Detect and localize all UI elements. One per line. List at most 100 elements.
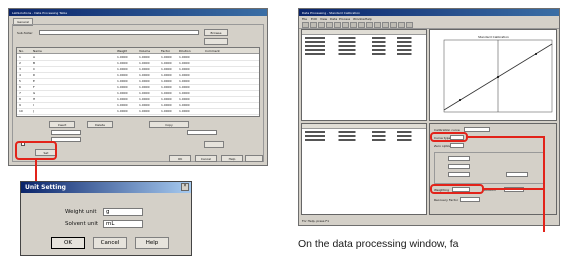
option-field-4[interactable] [506, 172, 528, 177]
table-cell: 2 [19, 61, 21, 65]
table-cell: 1.0000 [161, 55, 172, 59]
left-window-titlebar: LabSolutions - Data Processing Table [9, 9, 267, 16]
table-cell: 1.0000 [161, 85, 172, 89]
cancel-button[interactable]: Cancel [195, 155, 217, 162]
toolbar-button-icon[interactable] [326, 22, 333, 28]
table-cell: 1.0000 [117, 97, 128, 101]
close-icon[interactable]: × [181, 183, 189, 191]
status-bar: For Help, press F1 [302, 219, 330, 223]
toolbar-button-icon[interactable] [398, 22, 405, 28]
toolbar-button-icon[interactable] [358, 22, 365, 28]
option-field-1[interactable] [448, 156, 470, 161]
solvent-unit-value: mL [106, 221, 115, 227]
table-cell: B [33, 61, 36, 65]
table-cell: 1.0000 [139, 91, 150, 95]
toolbar-button-icon[interactable] [382, 22, 389, 28]
calibration-curve-select[interactable] [464, 127, 490, 132]
toolbar-button-icon[interactable] [318, 22, 325, 28]
results-header [302, 30, 426, 35]
copy-button[interactable]: Copy [149, 121, 189, 128]
extra-button[interactable] [245, 155, 263, 162]
table-cell: D [33, 73, 36, 77]
list-item[interactable] [305, 53, 417, 55]
dialog-ok-button[interactable]: OK [51, 237, 85, 249]
list-item[interactable] [305, 131, 417, 133]
right-connector-short [484, 188, 545, 190]
table-cell: 3 [19, 67, 21, 71]
table-cell: 1.0000 [139, 97, 150, 101]
table-cell: 1.0000 [139, 61, 150, 65]
table-cell: 8 [19, 97, 21, 101]
list-item[interactable] [305, 49, 417, 51]
table-cell: 9 [19, 103, 21, 107]
table-cell: 1.0000 [179, 79, 190, 83]
option-field-2[interactable] [448, 164, 470, 169]
import-button[interactable] [204, 38, 228, 45]
option-field-3[interactable] [448, 172, 470, 177]
recovery-factor-field[interactable] [460, 197, 480, 202]
col-factor: Factor [161, 49, 171, 53]
dialog-cancel-button[interactable]: Cancel [93, 237, 127, 249]
field-recovery-factor: Recovery Factor [434, 198, 459, 202]
table-cell: 1.0000 [117, 103, 128, 107]
table-cell: 1.0000 [139, 103, 150, 107]
table-cell: 7 [19, 91, 21, 95]
table-cell: 1.0000 [179, 97, 190, 101]
list-item[interactable] [305, 45, 417, 47]
table-cell: E [33, 79, 35, 83]
list-item[interactable] [305, 41, 417, 43]
zero-option-select[interactable] [450, 143, 464, 148]
toolbar-button-icon[interactable] [366, 22, 373, 28]
unit-highlight-box [15, 141, 57, 160]
table-cell: 1.0000 [139, 79, 150, 83]
toolbar-button-icon[interactable] [350, 22, 357, 28]
list-item[interactable] [305, 37, 417, 39]
table-row[interactable]: 10 J 1.0000 1.0000 1.0000 1.0000 [17, 108, 259, 115]
unit-setting-dialog: Unit Setting × Weight unit g Solvent uni… [20, 181, 192, 256]
sub-folder-label: Sub-folder: [17, 31, 34, 35]
toolbar-button-icon[interactable] [302, 22, 309, 28]
list-item[interactable] [305, 135, 417, 137]
toolbar-button-icon[interactable] [390, 22, 397, 28]
table-cell: G [33, 91, 36, 95]
table-cell: 1.0000 [161, 97, 172, 101]
table-cell: 10 [19, 109, 23, 113]
table-cell: 1.0000 [117, 91, 128, 95]
table-cell: F [33, 85, 35, 89]
table-cell: 1.0000 [161, 91, 172, 95]
toolbar-button-icon[interactable] [374, 22, 381, 28]
results-panel [301, 29, 427, 121]
table-cell: 1.0000 [179, 91, 190, 95]
apply-button[interactable] [204, 141, 224, 148]
right-window-titlebar: Data Processing - Standard Calibration [299, 9, 559, 16]
table-cell: 1.0000 [139, 55, 150, 59]
number-field[interactable] [51, 130, 81, 135]
dialog-help-button[interactable]: Help [135, 237, 169, 249]
table-cell: 1.0000 [117, 109, 128, 113]
toolbar-button-icon[interactable] [334, 22, 341, 28]
delete-button[interactable]: Delete [87, 121, 113, 128]
toolbar-button-icon[interactable] [342, 22, 349, 28]
table-cell: 1.0000 [161, 103, 172, 107]
browse-button[interactable]: Browse [204, 29, 228, 36]
table-cell: A [33, 55, 36, 59]
table-cell: 1.0000 [179, 61, 190, 65]
sub-folder-input[interactable] [39, 30, 199, 35]
table-cell: 1.0000 [139, 67, 150, 71]
toolbar-button-icon[interactable] [310, 22, 317, 28]
col-volume: Volume [139, 49, 151, 53]
table-cell: 1.0000 [117, 67, 128, 71]
list-item[interactable] [305, 139, 417, 141]
help-button[interactable]: Help [221, 155, 243, 162]
toolbar-button-icon[interactable] [406, 22, 413, 28]
solvent-unit-input[interactable]: mL [103, 220, 143, 228]
table-cell: 1.0000 [161, 61, 172, 65]
ok-button[interactable]: OK [169, 155, 191, 162]
insert-button[interactable]: Insert [49, 121, 75, 128]
result-field[interactable] [187, 130, 217, 135]
field-zero-option: Zero option [434, 144, 452, 148]
table-cell: 1.0000 [117, 73, 128, 77]
weight-unit-input[interactable]: g [103, 208, 143, 216]
table-cell: 1.0000 [179, 73, 190, 77]
peak-panel [301, 123, 427, 215]
